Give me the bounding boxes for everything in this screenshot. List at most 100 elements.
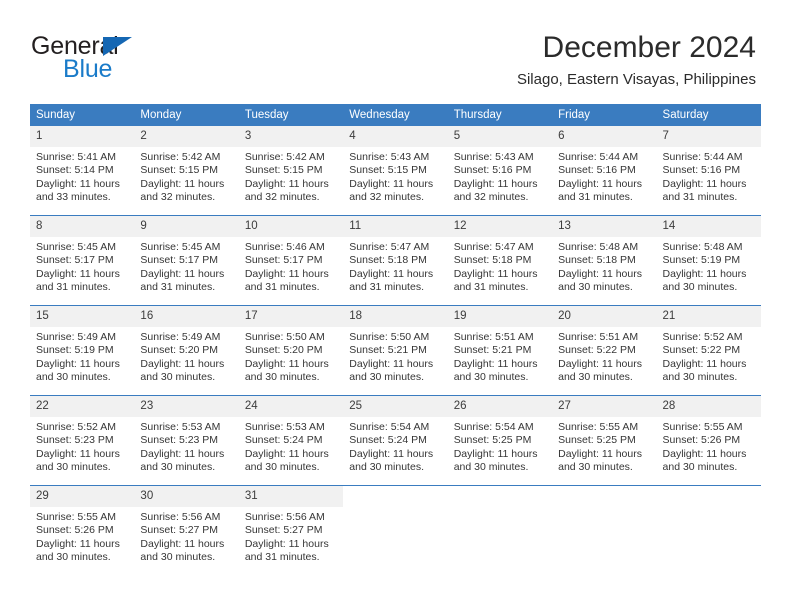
calendar-day-cell[interactable]: 10 Sunrise: 5:46 AM Sunset: 5:17 PM Dayligh… [238,215,344,306]
sunset-line: Sunset: 5:25 PM [558,434,636,447]
calendar-week-row: 22 Sunrise: 5:52 AM Sunset: 5:23 PM Dayligh… [30,395,761,486]
calendar-day-cell[interactable]: 28 Sunrise: 5:55 AM Sunset: 5:26 PM Dayligh… [656,395,761,486]
calendar-day-cell[interactable]: 24 Sunrise: 5:53 AM Sunset: 5:24 PM Dayligh… [238,395,344,486]
calendar-day-cell[interactable]: 22 Sunrise: 5:52 AM Sunset: 5:23 PM Dayligh… [30,395,135,486]
day-number: 20 [552,306,657,327]
calendar-header-row: Sunday Monday Tuesday Wednesday Thursday Frid… [30,104,761,126]
day-detail: Sunrise: 5:56 AM Sunset: 5:27 PM Daylight:… [134,507,238,565]
day-detail: Sunrise: 5:55 AM Sunset: 5:26 PM Daylight:… [657,417,761,475]
daylight-line-1: Daylight: 11 hours [244,357,329,370]
daylight-line-2: and 32 minutes. [140,191,216,204]
calendar-week-row: 29 Sunrise: 5:55 AM Sunset: 5:26 PM Dayligh… [30,485,761,575]
daylight-line-2: and 32 minutes. [453,191,529,204]
weekday-header-wednesday: Wednesday [343,104,448,126]
logo-triangle-icon [103,37,132,56]
sunrise-line: Sunrise: 5:41 AM [36,151,116,163]
day-number: 15 [30,306,135,327]
calendar-day-cell[interactable]: 4 Sunrise: 5:43 AM Sunset: 5:15 PM Daylight… [343,126,448,216]
day-number: 13 [552,216,657,237]
daylight-line-1: Daylight: 11 hours [140,537,225,550]
sunrise-line: Sunrise: 5:48 AM [662,241,743,253]
daylight-line-1: Daylight: 11 hours [244,267,329,280]
sunset-line: Sunset: 5:17 PM [36,254,114,267]
day-number: 1 [30,126,135,147]
calendar-day-cell[interactable]: 25 Sunrise: 5:54 AM Sunset: 5:24 PM Dayligh… [343,395,448,486]
day-detail: Sunrise: 5:55 AM Sunset: 5:26 PM Daylight:… [30,507,134,565]
calendar-day-cell[interactable]: 13 Sunrise: 5:48 AM Sunset: 5:18 PM Dayligh… [552,215,657,306]
weekday-header-saturday: Saturday [656,104,761,126]
calendar-day-cell[interactable]: 14 Sunrise: 5:48 AM Sunset: 5:19 PM Dayligh… [656,215,761,306]
calendar-week-row: 1 Sunrise: 5:41 AM Sunset: 5:14 PM Daylight… [30,126,761,216]
daylight-line-2: and 31 minutes. [349,281,424,294]
calendar-day-cell[interactable]: 11 Sunrise: 5:47 AM Sunset: 5:18 PM Dayligh… [343,215,448,306]
calendar-day-cell[interactable]: 20 Sunrise: 5:51 AM Sunset: 5:22 PM Dayligh… [552,305,657,396]
day-number: 6 [552,126,657,147]
calendar-day-cell[interactable]: 15 Sunrise: 5:49 AM Sunset: 5:19 PM Dayligh… [30,305,135,396]
day-number: 3 [238,126,344,147]
sunrise-line: Sunrise: 5:48 AM [558,241,639,253]
calendar-cell-empty [447,485,553,575]
day-number-placeholder [656,486,761,507]
daylight-line-1: Daylight: 11 hours [453,177,538,190]
daylight-line-2: and 30 minutes. [349,461,424,474]
day-detail: Sunrise: 5:50 AM Sunset: 5:21 PM Daylight:… [343,327,447,385]
calendar-day-cell[interactable]: 3 Sunrise: 5:42 AM Sunset: 5:15 PM Daylight… [238,126,344,216]
day-number: 11 [343,216,448,237]
day-number-placeholder [552,486,657,507]
day-number: 23 [134,396,239,417]
day-detail: Sunrise: 5:48 AM Sunset: 5:19 PM Daylight:… [657,237,761,295]
calendar-day-cell[interactable]: 5 Sunrise: 5:43 AM Sunset: 5:16 PM Daylight… [447,126,553,216]
weekday-header-monday: Monday [134,104,239,126]
daylight-line-1: Daylight: 11 hours [349,447,434,460]
calendar-day-cell[interactable]: 23 Sunrise: 5:53 AM Sunset: 5:23 PM Dayligh… [134,395,239,486]
calendar-day-cell[interactable]: 16 Sunrise: 5:49 AM Sunset: 5:20 PM Dayligh… [134,305,239,396]
sunset-line: Sunset: 5:21 PM [349,344,427,357]
daylight-line-2: and 30 minutes. [244,461,320,474]
calendar-day-cell[interactable]: 17 Sunrise: 5:50 AM Sunset: 5:20 PM Dayligh… [238,305,344,396]
daylight-line-2: and 31 minutes. [36,281,111,294]
calendar-day-cell[interactable]: 8 Sunrise: 5:45 AM Sunset: 5:17 PM Daylight… [30,215,135,306]
calendar-day-cell[interactable]: 26 Sunrise: 5:54 AM Sunset: 5:25 PM Dayligh… [447,395,553,486]
calendar-day-cell[interactable]: 29 Sunrise: 5:55 AM Sunset: 5:26 PM Dayligh… [30,485,135,575]
daylight-line-2: and 30 minutes. [36,551,111,564]
sunset-line: Sunset: 5:26 PM [36,524,114,537]
daylight-line-1: Daylight: 11 hours [140,177,225,190]
general-blue-logo[interactable]: General Blue [31,34,261,88]
calendar-day-cell[interactable]: 18 Sunrise: 5:50 AM Sunset: 5:21 PM Dayligh… [343,305,448,396]
daylight-line-1: Daylight: 11 hours [453,447,538,460]
sunrise-line: Sunrise: 5:44 AM [662,151,743,163]
calendar-day-cell[interactable]: 21 Sunrise: 5:52 AM Sunset: 5:22 PM Dayligh… [656,305,761,396]
sunrise-line: Sunrise: 5:53 AM [244,421,325,433]
calendar-day-cell[interactable]: 6 Sunrise: 5:44 AM Sunset: 5:16 PM Daylight… [552,126,657,216]
sunset-line: Sunset: 5:15 PM [140,164,219,177]
daylight-line-1: Daylight: 11 hours [349,357,434,370]
sunrise-line: Sunrise: 5:44 AM [558,151,639,163]
daylight-line-2: and 31 minutes. [453,281,529,294]
calendar-day-cell[interactable]: 9 Sunrise: 5:45 AM Sunset: 5:17 PM Daylight… [134,215,239,306]
daylight-line-1: Daylight: 11 hours [453,357,538,370]
daylight-line-2: and 32 minutes. [349,191,424,204]
calendar-day-cell[interactable]: 31 Sunrise: 5:56 AM Sunset: 5:27 PM Dayligh… [238,485,344,575]
calendar-day-cell[interactable]: 12 Sunrise: 5:47 AM Sunset: 5:18 PM Dayligh… [447,215,553,306]
sunrise-line: Sunrise: 5:51 AM [453,331,534,343]
sunset-line: Sunset: 5:17 PM [244,254,323,267]
calendar-day-cell[interactable]: 19 Sunrise: 5:51 AM Sunset: 5:21 PM Dayligh… [447,305,553,396]
day-detail: Sunrise: 5:48 AM Sunset: 5:18 PM Daylight:… [552,237,656,295]
daylight-line-1: Daylight: 11 hours [244,447,329,460]
calendar-day-cell[interactable]: 27 Sunrise: 5:55 AM Sunset: 5:25 PM Dayligh… [552,395,657,486]
sunrise-line: Sunrise: 5:45 AM [36,241,116,253]
daylight-line-2: and 30 minutes. [140,371,216,384]
calendar-day-cell[interactable]: 7 Sunrise: 5:44 AM Sunset: 5:16 PM Daylight… [656,126,761,216]
day-number: 4 [343,126,448,147]
sunrise-line: Sunrise: 5:56 AM [244,511,325,523]
day-number: 17 [238,306,344,327]
daylight-line-2: and 31 minutes. [558,191,633,204]
calendar-day-cell[interactable]: 1 Sunrise: 5:41 AM Sunset: 5:14 PM Daylight… [30,126,135,216]
sunrise-line: Sunrise: 5:52 AM [36,421,116,433]
calendar-day-cell[interactable]: 30 Sunrise: 5:56 AM Sunset: 5:27 PM Dayligh… [134,485,239,575]
sunrise-line: Sunrise: 5:43 AM [453,151,534,163]
daylight-line-1: Daylight: 11 hours [140,447,225,460]
daylight-line-2: and 30 minutes. [453,371,529,384]
calendar-day-cell[interactable]: 2 Sunrise: 5:42 AM Sunset: 5:15 PM Daylight… [134,126,239,216]
calendar-cell-empty [656,485,761,575]
